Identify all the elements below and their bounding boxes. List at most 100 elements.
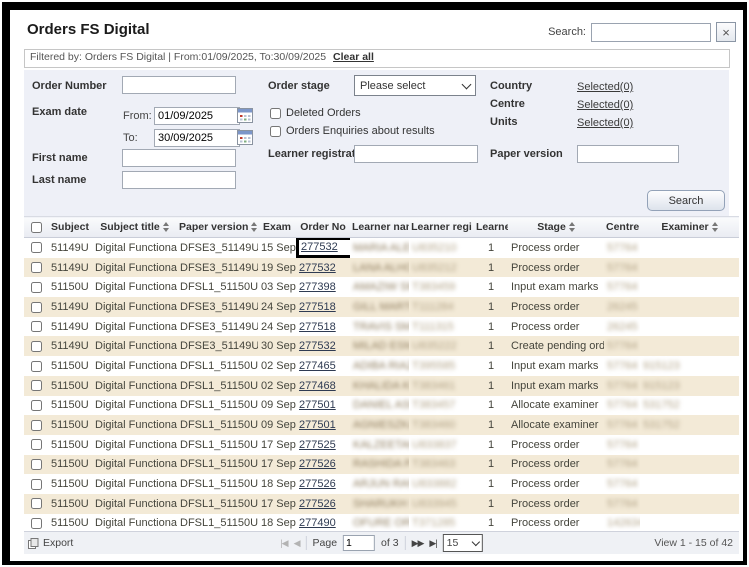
order-number-link[interactable]: 277518 — [299, 321, 336, 333]
page-number-input[interactable] — [343, 535, 375, 551]
cell-subject-text: 51150U — [51, 360, 89, 372]
order-number-link[interactable]: 277532 — [301, 241, 338, 253]
sort-icon — [163, 222, 169, 232]
cell-learner-registration: T383459 — [409, 277, 474, 297]
row-checkbox[interactable] — [31, 341, 42, 352]
row-checkbox[interactable] — [31, 282, 42, 293]
orders-enquiries-option: Orders Enquiries about results — [270, 125, 435, 137]
row-checkbox[interactable] — [31, 262, 42, 273]
calendar-icon[interactable] — [237, 130, 253, 145]
cell-centre-text: 57764 — [607, 242, 638, 254]
order-number-link[interactable]: 277526 — [299, 498, 336, 510]
cell-learner-registration-text: U833837 — [412, 439, 457, 451]
last-name-input[interactable] — [122, 171, 236, 189]
cell-learner-name-text: DANIEL ASMAHNU — [353, 399, 409, 411]
col-learner-registration[interactable]: Learner regi — [409, 217, 474, 238]
paper-version-input[interactable] — [577, 145, 679, 163]
order-number-link[interactable]: 277501 — [299, 399, 336, 411]
cell-exam-date-text: 02 Sep 2 — [261, 360, 296, 372]
cell-select — [24, 317, 48, 337]
cell-stage: Input exam marks — [508, 376, 604, 396]
cell-centre: 26245 — [604, 297, 640, 317]
order-number-link[interactable]: 277518 — [299, 301, 336, 313]
col-learner-name[interactable]: Learner name — [350, 217, 409, 238]
learner-registration-input[interactable] — [354, 145, 478, 163]
col-learner-count[interactable]: Learner — [474, 217, 508, 238]
col-stage[interactable]: Stage — [508, 217, 604, 238]
cell-stage-text: Process order — [511, 458, 579, 470]
order-number-link[interactable]: 277526 — [299, 458, 336, 470]
cell-select — [24, 258, 48, 278]
page-size-select[interactable]: 15 — [443, 534, 483, 552]
order-number-link[interactable]: 277490 — [299, 517, 336, 529]
cell-stage-text: Process order — [511, 498, 579, 510]
col-subject-title[interactable]: Subject title — [92, 217, 177, 238]
row-checkbox[interactable] — [31, 459, 42, 470]
exam-date-to-input[interactable] — [154, 129, 240, 147]
order-number-link[interactable]: 277468 — [299, 380, 336, 392]
calendar-icon[interactable] — [237, 108, 253, 123]
close-icon[interactable]: × — [716, 22, 736, 42]
row-checkbox[interactable] — [31, 479, 42, 490]
row-checkbox[interactable] — [31, 420, 42, 431]
orders-enquiries-checkbox[interactable] — [270, 126, 281, 137]
export-button[interactable]: Export — [28, 537, 73, 549]
next-page-icon[interactable]: ▶▶ — [412, 538, 424, 549]
cell-paper-version-text: DFSL1_51150U05 — [180, 458, 258, 470]
cell-learner-name-text: MILAD ESMAILI — [353, 340, 409, 352]
country-selected-link[interactable]: Selected(0) — [577, 81, 633, 93]
cell-stage-text: Process order — [511, 262, 579, 274]
col-exam-date[interactable]: Exam — [258, 217, 296, 238]
units-selected-link[interactable]: Selected(0) — [577, 117, 633, 129]
order-number-link[interactable]: 277532 — [299, 262, 336, 274]
cell-centre-text: 57764 — [607, 399, 638, 411]
cell-learner-count-text: 1 — [488, 419, 494, 431]
order-number-link[interactable]: 277532 — [299, 340, 336, 352]
row-checkbox[interactable] — [31, 302, 42, 313]
cell-learner-registration: U833945 — [409, 494, 474, 514]
last-page-icon[interactable]: ▶| — [429, 538, 436, 549]
row-checkbox[interactable] — [31, 518, 42, 529]
centre-selected-link[interactable]: Selected(0) — [577, 99, 633, 111]
order-stage-select[interactable]: Please select — [354, 75, 476, 96]
select-all-checkbox[interactable] — [31, 222, 42, 233]
order-number-link[interactable]: 277465 — [299, 360, 336, 372]
cell-learner-registration: T383461 — [409, 376, 474, 396]
row-checkbox[interactable] — [31, 380, 42, 391]
col-examiner[interactable]: Examiner — [640, 217, 739, 238]
cell-stage: Process order — [508, 494, 604, 514]
cell-subject: 51149U — [48, 238, 92, 258]
cell-centre: 57764 — [604, 376, 640, 396]
prev-page-icon[interactable]: ◀ — [294, 538, 300, 549]
order-number-link[interactable]: 277526 — [299, 478, 336, 490]
clear-all-link[interactable]: Clear all — [333, 51, 374, 63]
row-checkbox[interactable] — [31, 361, 42, 372]
exam-date-from-input[interactable] — [154, 107, 240, 125]
global-search-input[interactable] — [591, 23, 711, 42]
export-icon — [28, 538, 39, 549]
row-checkbox[interactable] — [31, 321, 42, 332]
row-checkbox[interactable] — [31, 242, 42, 253]
deleted-orders-checkbox[interactable] — [270, 108, 281, 119]
cell-examiner — [640, 336, 739, 356]
row-checkbox[interactable] — [31, 400, 42, 411]
order-number-input[interactable] — [122, 76, 236, 94]
col-subject[interactable]: Subject — [48, 217, 92, 238]
col-paper-version[interactable]: Paper version — [177, 217, 258, 238]
row-checkbox[interactable] — [31, 498, 42, 509]
order-number-link[interactable]: 277398 — [299, 281, 336, 293]
cell-select — [24, 494, 48, 514]
search-button[interactable]: Search — [647, 190, 725, 211]
row-checkbox[interactable] — [31, 439, 42, 450]
col-centre[interactable]: Centre — [604, 217, 640, 238]
col-order-no[interactable]: Order No — [296, 217, 350, 238]
cell-paper-version-text: DFSE3_51149U03 — [180, 321, 258, 333]
cell-exam-date: 02 Sep 2 — [258, 376, 296, 396]
order-number-link[interactable]: 277501 — [299, 419, 336, 431]
order-number-link[interactable]: 277525 — [299, 439, 336, 451]
cell-centre-text: 142634 — [607, 517, 640, 529]
first-page-icon[interactable]: |◀ — [280, 538, 287, 549]
cell-subject-title: Digital Functional Skil — [92, 317, 177, 337]
first-name-input[interactable] — [122, 149, 236, 167]
cell-exam-date: 24 Sep 2 — [258, 297, 296, 317]
